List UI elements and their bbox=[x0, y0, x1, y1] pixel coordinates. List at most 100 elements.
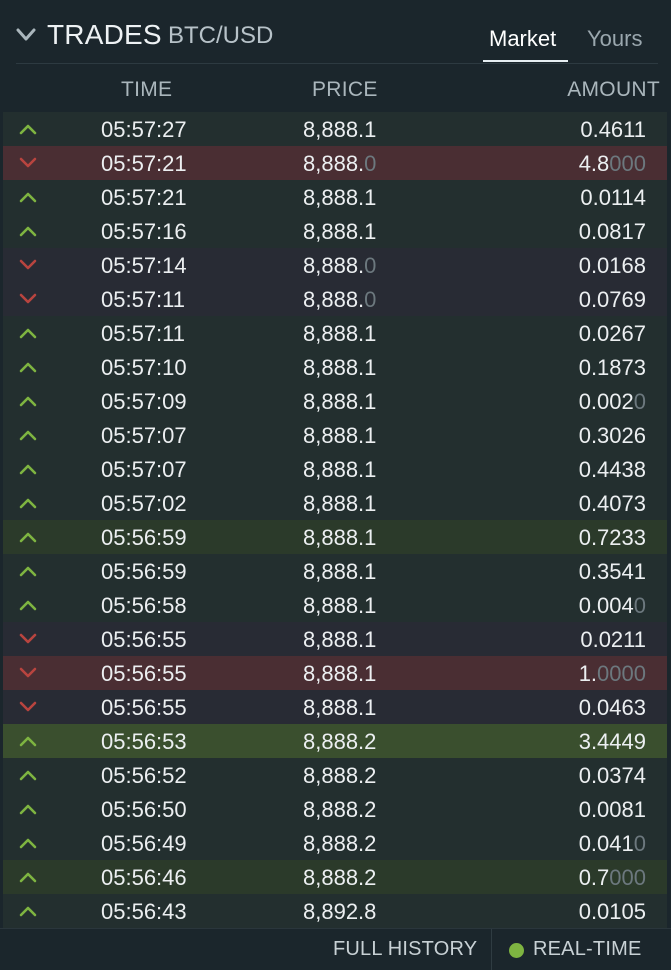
trade-price: 8,888.1 bbox=[303, 491, 377, 516]
trade-time: 05:56:59 bbox=[101, 525, 187, 550]
real-time-toggle[interactable]: REAL-TIME bbox=[533, 938, 641, 961]
trade-time: 05:57:21 bbox=[101, 185, 187, 210]
trade-amount: 0.4611 bbox=[580, 117, 646, 142]
trade-price: 8,888.0 bbox=[303, 253, 377, 278]
trade-amount: 0.3541 bbox=[578, 559, 646, 584]
trade-price: 8,888.1 bbox=[303, 559, 377, 584]
trade-amount: 0.0374 bbox=[578, 763, 646, 788]
trade-row: 05:57:10 8,888.1 0.1873 bbox=[3, 350, 667, 384]
trade-price: 8,888.2 bbox=[303, 797, 377, 822]
trade-time: 05:56:52 bbox=[101, 763, 187, 788]
trade-price: 8,888.1 bbox=[303, 525, 377, 550]
trade-row: 05:56:46 8,888.2 0.7000 bbox=[3, 860, 667, 894]
arrow-up-icon bbox=[19, 226, 37, 237]
trade-amount: 0.7233 bbox=[578, 525, 646, 550]
trade-time: 05:57:07 bbox=[101, 457, 187, 482]
trade-row: 05:57:14 8,888.0 0.0168 bbox=[3, 248, 667, 282]
arrow-up-icon bbox=[19, 124, 37, 135]
column-header-amount: AMOUNT bbox=[567, 78, 660, 101]
panel-footer: FULL HISTORY REAL-TIME bbox=[0, 928, 671, 970]
trade-row: 05:56:49 8,888.2 0.0410 bbox=[3, 826, 667, 860]
trade-time: 05:57:11 bbox=[101, 321, 186, 346]
trade-amount: 0.0081 bbox=[578, 797, 646, 822]
panel-header: TRADES BTC/USD Market Yours bbox=[0, 0, 671, 64]
arrow-up-icon bbox=[19, 396, 37, 407]
trades-list: 05:57:27 8,888.1 0.4611 05:57:21 8,888.0 4.80… bbox=[3, 112, 667, 928]
trade-time: 05:56:58 bbox=[101, 593, 187, 618]
trade-amount: 0.0114 bbox=[580, 185, 646, 210]
arrow-up-icon bbox=[19, 430, 37, 441]
arrow-up-icon bbox=[19, 362, 37, 373]
trade-row: 05:57:07 8,888.1 0.4438 bbox=[3, 452, 667, 486]
arrow-up-icon bbox=[19, 770, 37, 781]
arrow-up-icon bbox=[19, 328, 37, 339]
trade-row: 05:56:55 8,888.1 1.0000 bbox=[3, 656, 667, 690]
trade-time: 05:56:53 bbox=[101, 729, 187, 754]
trade-time: 05:56:49 bbox=[101, 831, 187, 856]
collapse-chevron-icon[interactable] bbox=[16, 28, 36, 42]
trade-price: 8,888.1 bbox=[303, 593, 377, 618]
trade-row: 05:57:11 8,888.0 0.0769 bbox=[3, 282, 667, 316]
trade-amount: 0.0040 bbox=[578, 593, 646, 618]
trade-row: 05:56:59 8,888.1 0.7233 bbox=[3, 520, 667, 554]
arrow-down-icon bbox=[19, 293, 37, 304]
trade-price: 8,888.1 bbox=[303, 185, 377, 210]
arrow-up-icon bbox=[19, 532, 37, 543]
trade-price: 8,888.1 bbox=[303, 627, 377, 652]
trade-price: 8,888.1 bbox=[303, 389, 377, 414]
trade-price: 8,888.1 bbox=[303, 661, 377, 686]
trade-time: 05:57:10 bbox=[101, 355, 187, 380]
trade-price: 8,888.1 bbox=[303, 695, 377, 720]
trade-amount: 4.8000 bbox=[578, 151, 646, 176]
tab-market[interactable]: Market bbox=[489, 26, 556, 52]
trade-row: 05:56:58 8,888.1 0.0040 bbox=[3, 588, 667, 622]
trade-amount: 0.0267 bbox=[578, 321, 646, 346]
trade-amount: 0.4073 bbox=[578, 491, 646, 516]
trade-row: 05:57:16 8,888.1 0.0817 bbox=[3, 214, 667, 248]
trade-row: 05:56:52 8,888.2 0.0374 bbox=[3, 758, 667, 792]
trade-price: 8,888.0 bbox=[303, 151, 377, 176]
trade-row: 05:57:09 8,888.1 0.0020 bbox=[3, 384, 667, 418]
trade-row: 05:57:27 8,888.1 0.4611 bbox=[3, 112, 667, 146]
arrow-up-icon bbox=[19, 906, 37, 917]
trade-amount: 0.0105 bbox=[578, 899, 646, 924]
trade-time: 05:57:27 bbox=[101, 117, 187, 142]
trade-time: 05:56:55 bbox=[101, 695, 187, 720]
trade-row: 05:56:43 8,892.8 0.0105 bbox=[3, 894, 667, 928]
trade-time: 05:57:21 bbox=[101, 151, 187, 176]
arrow-up-icon bbox=[19, 872, 37, 883]
full-history-link[interactable]: FULL HISTORY bbox=[333, 938, 477, 961]
trade-price: 8,888.2 bbox=[303, 831, 377, 856]
trade-amount: 0.0211 bbox=[580, 627, 646, 652]
footer-divider bbox=[491, 929, 492, 970]
arrow-up-icon bbox=[19, 464, 37, 475]
trading-pair: BTC/USD bbox=[168, 22, 274, 49]
arrow-down-icon bbox=[19, 633, 37, 644]
trade-time: 05:56:46 bbox=[101, 865, 187, 890]
trade-price: 8,892.8 bbox=[303, 899, 377, 924]
column-headers: TIME PRICE AMOUNT bbox=[0, 64, 671, 112]
trade-amount: 0.7000 bbox=[578, 865, 646, 890]
trade-row: 05:56:55 8,888.1 0.0463 bbox=[3, 690, 667, 724]
trade-price: 8,888.2 bbox=[303, 865, 377, 890]
trade-price: 8,888.1 bbox=[303, 219, 377, 244]
trade-price: 8,888.2 bbox=[303, 763, 377, 788]
trade-amount: 0.0168 bbox=[578, 253, 646, 278]
trade-amount: 0.0817 bbox=[578, 219, 646, 244]
trade-price: 8,888.1 bbox=[303, 321, 377, 346]
trade-row: 05:57:21 8,888.1 0.0114 bbox=[3, 180, 667, 214]
trade-row: 05:57:02 8,888.1 0.4073 bbox=[3, 486, 667, 520]
trade-time: 05:57:16 bbox=[101, 219, 187, 244]
trade-amount: 0.0020 bbox=[578, 389, 646, 414]
trade-time: 05:57:09 bbox=[101, 389, 187, 414]
column-header-time: TIME bbox=[121, 78, 173, 101]
trade-amount: 0.0410 bbox=[578, 831, 646, 856]
trade-price: 8,888.0 bbox=[303, 287, 377, 312]
trade-row: 05:57:11 8,888.1 0.0267 bbox=[3, 316, 667, 350]
arrow-up-icon bbox=[19, 498, 37, 509]
trade-time: 05:56:43 bbox=[101, 899, 187, 924]
trade-time: 05:56:59 bbox=[101, 559, 187, 584]
trade-amount: 3.4449 bbox=[578, 729, 646, 754]
trade-row: 05:56:59 8,888.1 0.3541 bbox=[3, 554, 667, 588]
tab-yours[interactable]: Yours bbox=[587, 26, 642, 52]
